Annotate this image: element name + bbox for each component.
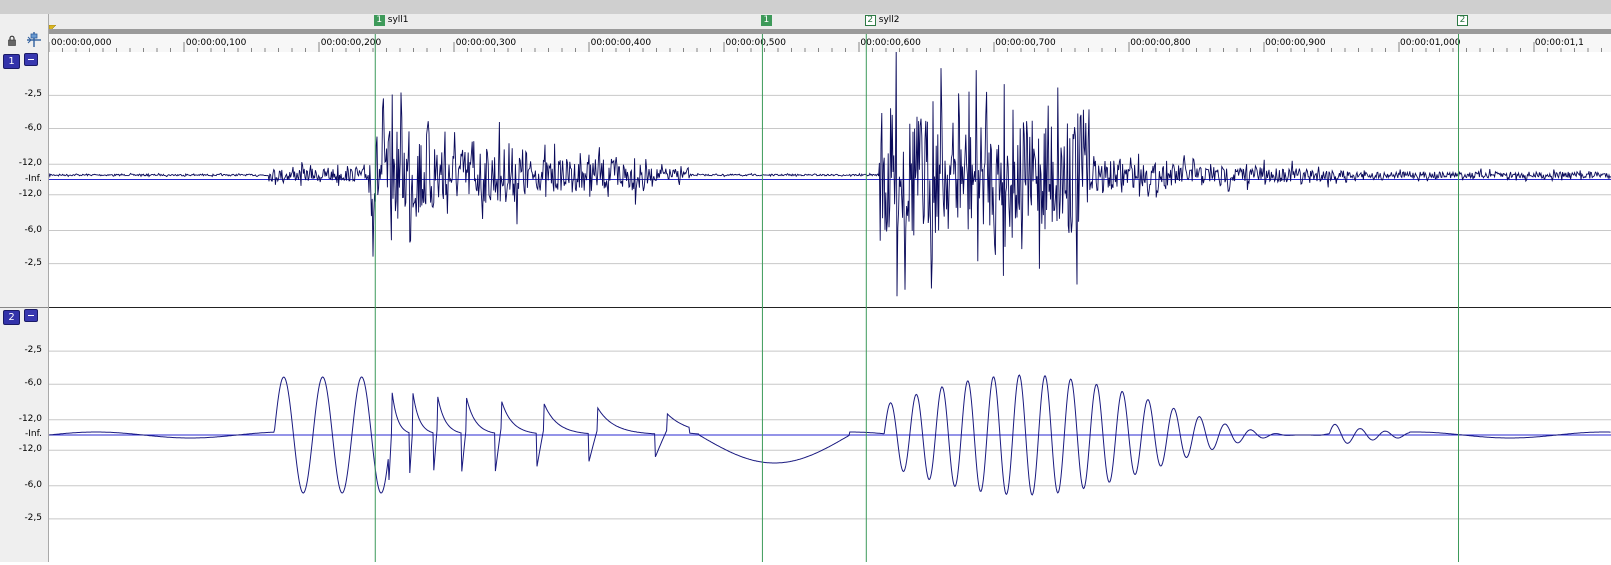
track-2-waveform [48, 350, 1611, 520]
marker-name: syll1 [387, 15, 409, 25]
db-scale-label: -12,0 [18, 158, 42, 169]
db-scale-label: -12,0 [18, 444, 42, 455]
marker-bar[interactable]: 1 syll1 1 2 syll2 2 [49, 14, 1611, 33]
track-2-collapse-button[interactable] [24, 309, 38, 322]
db-scale-label: -6,0 [24, 224, 42, 235]
db-scale-label: -2,5 [24, 345, 42, 356]
marker-flag[interactable]: 2 [1457, 15, 1468, 26]
ruler-tick-label: 00:00:00,900 [1265, 38, 1326, 48]
db-scale-label: -2,5 [24, 257, 42, 268]
marker-flag[interactable]: 2 [864, 15, 876, 26]
marker-name: syll2 [878, 15, 900, 25]
db-scale-label: -6,0 [24, 378, 42, 389]
db-scale-label: -12,0 [18, 188, 42, 199]
track-1-waveform [48, 46, 1611, 297]
ruler-tick-label: 00:00:00,400 [590, 38, 652, 48]
marker-flag[interactable]: 1 [760, 15, 772, 26]
db-scale-label: -Inf. [25, 173, 42, 184]
waveform-editor: 1 -2,5 -6,0 -12,0 -Inf. -12,0 -6,0 -2,5 2 -2,5… [0, 0, 1611, 562]
track-1-number-badge[interactable]: 1 [3, 54, 20, 69]
ruler-tick-label: 00:00:00,500 [725, 38, 786, 48]
ruler-tick-label: 00:00:01,1 [1534, 38, 1584, 48]
db-scale-label: -6,0 [24, 122, 42, 133]
lock-icon[interactable] [7, 35, 17, 49]
ruler-tick-marks [49, 42, 1602, 52]
window-top-strip [0, 0, 1611, 15]
ruler-tick-label: 00:00:01,000 [1400, 38, 1461, 48]
db-scale-label: -12,0 [18, 413, 42, 424]
db-scale-label: -2,5 [24, 89, 42, 100]
ruler-tick-label: 00:00:00,100 [185, 38, 247, 48]
marker-flag[interactable]: 1 [373, 15, 385, 26]
track-1-collapse-button[interactable] [24, 53, 38, 66]
track-header-divider [0, 307, 48, 308]
db-scale-label: -Inf. [25, 429, 42, 439]
waveform-trace [48, 46, 1611, 297]
track-2-number-badge[interactable]: 2 [3, 310, 20, 325]
ruler-tick-label: 00:00:00,700 [995, 38, 1056, 48]
ruler-tick-label: 00:00:00,600 [860, 38, 921, 48]
time-ruler[interactable]: 00:00:00,000 00:00:00,100 00:00:00,200 00:0… [49, 34, 1611, 53]
track-2-waveform-area[interactable] [48, 308, 1611, 562]
ruler-tick-label: 00:00:00,800 [1130, 38, 1191, 48]
track-1-waveform-area[interactable] [48, 46, 1611, 307]
snap-to-marker-icon[interactable] [26, 31, 42, 51]
track-header-panel: 1 -2,5 -6,0 -12,0 -Inf. -12,0 -6,0 -2,5 2 -2,5… [0, 14, 49, 562]
ruler-tick-label: 00:00:00,000 [51, 38, 112, 48]
db-scale-label: -2,5 [24, 512, 42, 523]
ruler-tick-label: 00:00:00,300 [455, 38, 517, 48]
db-scale-label: -6,0 [24, 479, 42, 490]
ruler-tick-label: 00:00:00,200 [320, 38, 382, 48]
